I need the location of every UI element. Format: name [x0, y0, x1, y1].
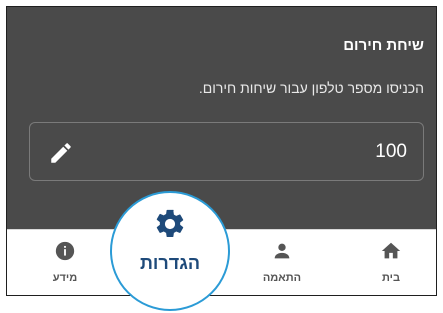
nav-item-info[interactable]: מידע [25, 230, 105, 295]
person-icon [271, 240, 293, 262]
nav-item-home[interactable]: בית [351, 230, 431, 295]
emergency-phone-field[interactable]: 100 [29, 122, 424, 181]
panel-description: הכניסו מספר טלפון עבור שיחות חירום. [198, 80, 424, 96]
nav-label-home: בית [381, 272, 401, 284]
pencil-icon[interactable] [48, 140, 74, 166]
nav-label-match: התאמה [262, 272, 302, 284]
nav-label-settings: הגדרות [140, 253, 200, 273]
nav-item-match[interactable]: התאמה [242, 230, 322, 295]
info-icon [54, 240, 76, 262]
nav-label-info: מידע [52, 272, 78, 284]
emergency-call-panel: שיחת חירום הכניסו מספר טלפון עבור שיחות … [7, 7, 436, 231]
phone-number-value[interactable]: 100 [375, 141, 407, 163]
nav-item-settings[interactable]: הגדרות [110, 191, 230, 311]
panel-title: שיחת חירום [343, 37, 424, 54]
home-icon [380, 240, 402, 262]
gear-icon [153, 207, 187, 241]
